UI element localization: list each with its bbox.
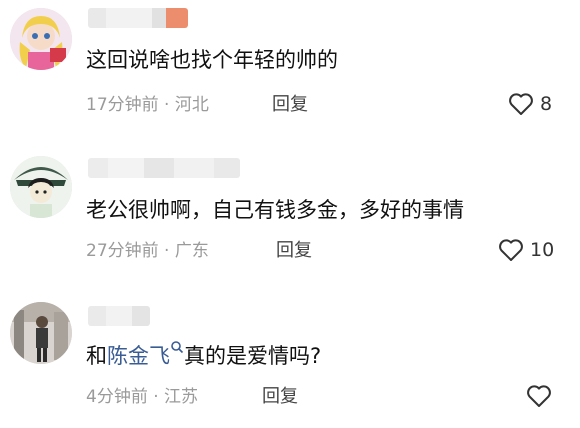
like-button[interactable] — [526, 384, 558, 408]
meta-separator: · — [164, 95, 170, 115]
comment-text-after: 真的是爱情吗? — [184, 344, 322, 368]
avatar[interactable] — [10, 302, 72, 364]
avatar-image — [10, 156, 72, 218]
like-button[interactable]: 8 — [508, 92, 552, 116]
reply-button[interactable]: 回复 — [276, 240, 312, 262]
comment-text-before: 和 — [86, 344, 107, 368]
meta-separator: · — [164, 241, 170, 261]
avatar[interactable] — [10, 8, 72, 70]
comment-text: 老公很帅啊，自己有钱多金，多好的事情 — [86, 198, 464, 222]
comment-item: 老公很帅啊，自己有钱多金，多好的事情 27分钟前 · 广东 回复 10 — [0, 140, 580, 290]
reply-button[interactable]: 回复 — [272, 94, 308, 116]
mention-link[interactable]: 陈金飞 — [107, 344, 170, 368]
avatar-image — [10, 302, 72, 364]
comment-time: 27分钟前 — [86, 241, 159, 261]
comment-location: 广东 — [174, 241, 209, 261]
username-blurred[interactable] — [88, 306, 150, 326]
heart-outline-icon — [509, 93, 533, 115]
comment-location: 河北 — [174, 95, 209, 115]
heart-outline-icon — [499, 239, 523, 261]
like-count: 10 — [530, 239, 555, 261]
avatar-image — [10, 8, 72, 70]
avatar[interactable] — [10, 156, 72, 218]
username-blurred[interactable] — [88, 158, 240, 178]
reply-button[interactable]: 回复 — [262, 386, 298, 408]
comment-item: 和陈金飞 真的是爱情吗? 4分钟前 · 江苏 回复 — [0, 290, 580, 428]
comment-time: 4分钟前 — [86, 387, 148, 407]
search-icon[interactable] — [170, 340, 184, 354]
comment-item: 这回说啥也找个年轻的帅的 17分钟前 · 河北 回复 8 — [0, 0, 580, 140]
like-count: 8 — [540, 93, 553, 115]
username-blurred[interactable] — [88, 8, 188, 28]
like-button[interactable]: 10 — [498, 238, 554, 262]
comment-meta: 27分钟前 · 广东 — [86, 240, 209, 262]
comment-text: 这回说啥也找个年轻的帅的 — [86, 48, 338, 72]
comment-text: 和陈金飞 真的是爱情吗? — [86, 340, 322, 370]
comment-meta: 4分钟前 · 江苏 — [86, 386, 198, 408]
comment-time: 17分钟前 — [86, 95, 159, 115]
heart-outline-icon — [527, 385, 551, 407]
comment-meta: 17分钟前 · 河北 — [86, 94, 209, 116]
comment-location: 江苏 — [164, 387, 199, 407]
meta-separator: · — [153, 387, 159, 407]
